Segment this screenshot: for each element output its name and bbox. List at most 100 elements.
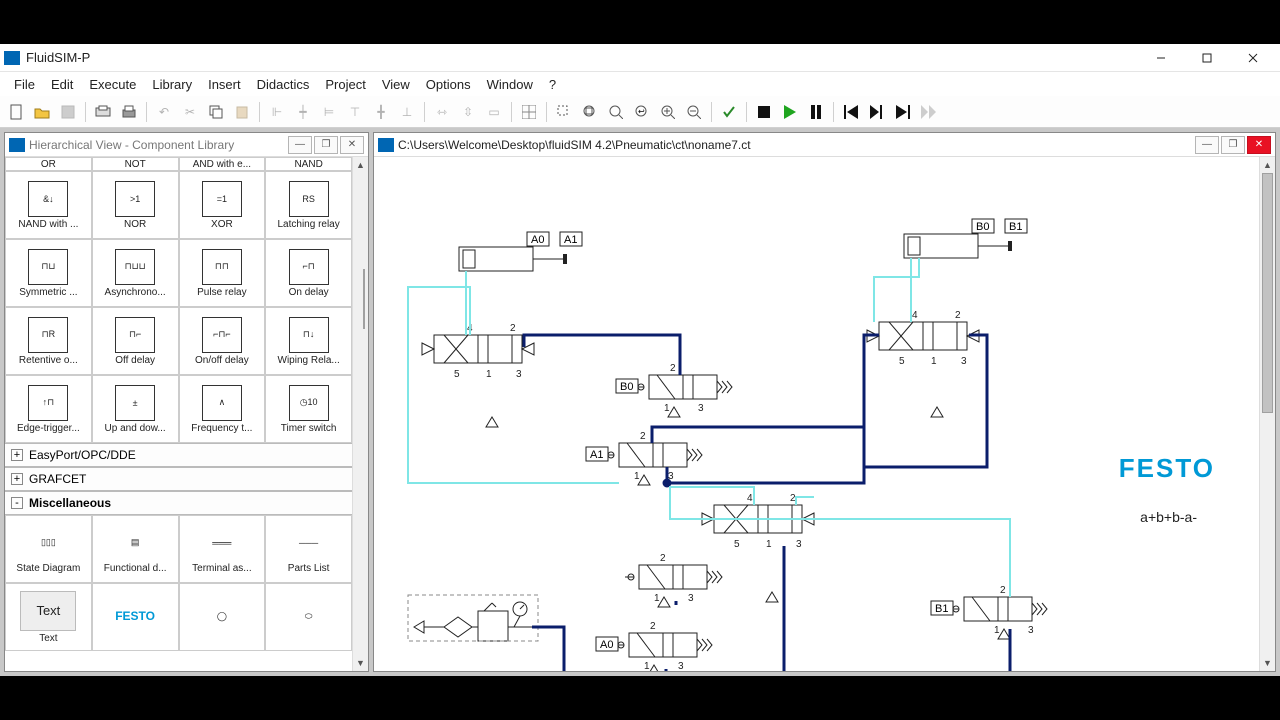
library-item[interactable]: ▯▯▯State Diagram bbox=[5, 515, 92, 583]
valve-A1[interactable] bbox=[605, 443, 702, 467]
menu-help[interactable]: ? bbox=[541, 75, 564, 94]
align-center-icon[interactable]: ┿ bbox=[291, 100, 315, 124]
valve-A[interactable] bbox=[422, 335, 534, 363]
align-top-icon[interactable]: ⊤ bbox=[343, 100, 367, 124]
minimize-button[interactable] bbox=[1138, 44, 1184, 72]
panel-close-button[interactable]: ✕ bbox=[1247, 136, 1271, 154]
canvas-panel-header[interactable]: C:\Users\Welcome\Desktop\fluidSIM 4.2\Pn… bbox=[374, 133, 1275, 157]
library-item[interactable]: ∧Frequency t... bbox=[179, 375, 266, 443]
menu-project[interactable]: Project bbox=[317, 75, 373, 94]
zoom-prev-icon[interactable]: ↩ bbox=[630, 100, 654, 124]
grid-icon[interactable] bbox=[517, 100, 541, 124]
pause-icon[interactable] bbox=[804, 100, 828, 124]
skip-start-icon[interactable] bbox=[839, 100, 863, 124]
group-grafcet[interactable]: +GRAFCET bbox=[5, 467, 352, 491]
library-item[interactable]: ⌐⊓⌐On/off delay bbox=[179, 307, 266, 375]
library-scrollbar[interactable]: ▲▼ bbox=[352, 157, 368, 671]
library-item[interactable]: ⊓⊔⊔Asynchrono... bbox=[92, 239, 179, 307]
align-middle-icon[interactable]: ╋ bbox=[369, 100, 393, 124]
library-item[interactable]: ═══Terminal as... bbox=[179, 515, 266, 583]
library-item[interactable]: ◷10Timer switch bbox=[265, 375, 352, 443]
dist-horiz-icon[interactable]: ⇿ bbox=[430, 100, 454, 124]
library-item[interactable]: RSLatching relay bbox=[265, 171, 352, 239]
library-item[interactable]: >1NOR bbox=[92, 171, 179, 239]
cylinder-B[interactable] bbox=[904, 234, 1012, 258]
menu-didactics[interactable]: Didactics bbox=[249, 75, 318, 94]
library-item[interactable]: FESTO bbox=[92, 583, 179, 651]
print-preview-icon[interactable] bbox=[91, 100, 115, 124]
menu-library[interactable]: Library bbox=[144, 75, 200, 94]
library-item[interactable]: ⊓RRetentive o... bbox=[5, 307, 92, 375]
menu-file[interactable]: File bbox=[6, 75, 43, 94]
circuit-canvas[interactable]: A0 A1 B0 B1 42 513 42 513 bbox=[374, 157, 1275, 671]
undo-icon[interactable]: ↶ bbox=[152, 100, 176, 124]
library-item[interactable]: ⊓⊓Pulse relay bbox=[179, 239, 266, 307]
open-icon[interactable] bbox=[30, 100, 54, 124]
new-icon[interactable] bbox=[4, 100, 28, 124]
fast-fwd-icon[interactable] bbox=[917, 100, 941, 124]
align-bottom-icon[interactable]: ⊥ bbox=[395, 100, 419, 124]
valve-B[interactable] bbox=[867, 322, 979, 350]
library-item[interactable]: ⌐⊓On delay bbox=[265, 239, 352, 307]
library-item[interactable]: ◯ bbox=[179, 583, 266, 651]
library-item[interactable]: =1XOR bbox=[179, 171, 266, 239]
library-item[interactable]: NAND bbox=[265, 157, 352, 171]
library-item[interactable]: ⬭ bbox=[265, 583, 352, 651]
panel-close-button[interactable]: ✕ bbox=[340, 136, 364, 154]
check-icon[interactable] bbox=[717, 100, 741, 124]
panel-minimize-button[interactable]: — bbox=[1195, 136, 1219, 154]
group-misc[interactable]: -Miscellaneous bbox=[5, 491, 352, 515]
library-item[interactable]: ▤Functional d... bbox=[92, 515, 179, 583]
zoom-100-icon[interactable] bbox=[604, 100, 628, 124]
zoom-region-icon[interactable] bbox=[552, 100, 576, 124]
panel-minimize-button[interactable]: — bbox=[288, 136, 312, 154]
menu-execute[interactable]: Execute bbox=[81, 75, 144, 94]
menu-options[interactable]: Options bbox=[418, 75, 479, 94]
cut-icon[interactable]: ✂ bbox=[178, 100, 202, 124]
play-icon[interactable] bbox=[778, 100, 802, 124]
copy-icon[interactable] bbox=[204, 100, 228, 124]
group-icon[interactable]: ▭ bbox=[482, 100, 506, 124]
panel-restore-button[interactable]: ❐ bbox=[1221, 136, 1245, 154]
align-left-icon[interactable]: ⊩ bbox=[265, 100, 289, 124]
zoom-in-icon[interactable] bbox=[656, 100, 680, 124]
canvas-scrollbar[interactable]: ▲▼ bbox=[1259, 157, 1275, 671]
valve-A0[interactable] bbox=[615, 633, 712, 657]
cylinder-A[interactable] bbox=[459, 247, 567, 271]
save-icon[interactable] bbox=[56, 100, 80, 124]
menu-window[interactable]: Window bbox=[479, 75, 541, 94]
valve-B0[interactable] bbox=[635, 375, 732, 399]
library-item[interactable]: ±Up and dow... bbox=[92, 375, 179, 443]
library-item[interactable]: ⊓⌐Off delay bbox=[92, 307, 179, 375]
panel-restore-button[interactable]: ❐ bbox=[314, 136, 338, 154]
close-button[interactable] bbox=[1230, 44, 1276, 72]
menu-insert[interactable]: Insert bbox=[200, 75, 249, 94]
step-icon[interactable] bbox=[865, 100, 889, 124]
library-item[interactable]: ⊓⊔Symmetric ... bbox=[5, 239, 92, 307]
align-right-icon[interactable]: ⊨ bbox=[317, 100, 341, 124]
valve-B1[interactable] bbox=[950, 597, 1047, 621]
library-item[interactable]: OR bbox=[5, 157, 92, 171]
library-item[interactable]: ⊓↓Wiping Rela... bbox=[265, 307, 352, 375]
paste-icon[interactable] bbox=[230, 100, 254, 124]
group-easyport[interactable]: +EasyPort/OPC/DDE bbox=[5, 443, 352, 467]
print-icon[interactable] bbox=[117, 100, 141, 124]
library-item[interactable]: &↓NAND with ... bbox=[5, 171, 92, 239]
zoom-fit-icon[interactable] bbox=[578, 100, 602, 124]
maximize-button[interactable] bbox=[1184, 44, 1230, 72]
library-panel-header[interactable]: Hierarchical View - Component Library — … bbox=[5, 133, 368, 157]
stop-icon[interactable] bbox=[752, 100, 776, 124]
air-supply[interactable] bbox=[408, 595, 538, 641]
skip-end-icon[interactable] bbox=[891, 100, 915, 124]
valve-upper-right[interactable] bbox=[625, 565, 722, 589]
menu-view[interactable]: View bbox=[374, 75, 418, 94]
library-item[interactable]: NOT bbox=[92, 157, 179, 171]
dist-vert-icon[interactable]: ⇳ bbox=[456, 100, 480, 124]
circuit-canvas-panel: C:\Users\Welcome\Desktop\fluidSIM 4.2\Pn… bbox=[373, 132, 1276, 672]
library-item[interactable]: AND with e... bbox=[179, 157, 266, 171]
library-item[interactable]: TextText bbox=[5, 583, 92, 651]
library-item[interactable]: ───Parts List bbox=[265, 515, 352, 583]
zoom-out-icon[interactable] bbox=[682, 100, 706, 124]
menu-edit[interactable]: Edit bbox=[43, 75, 81, 94]
library-item[interactable]: ↑⊓Edge-trigger... bbox=[5, 375, 92, 443]
